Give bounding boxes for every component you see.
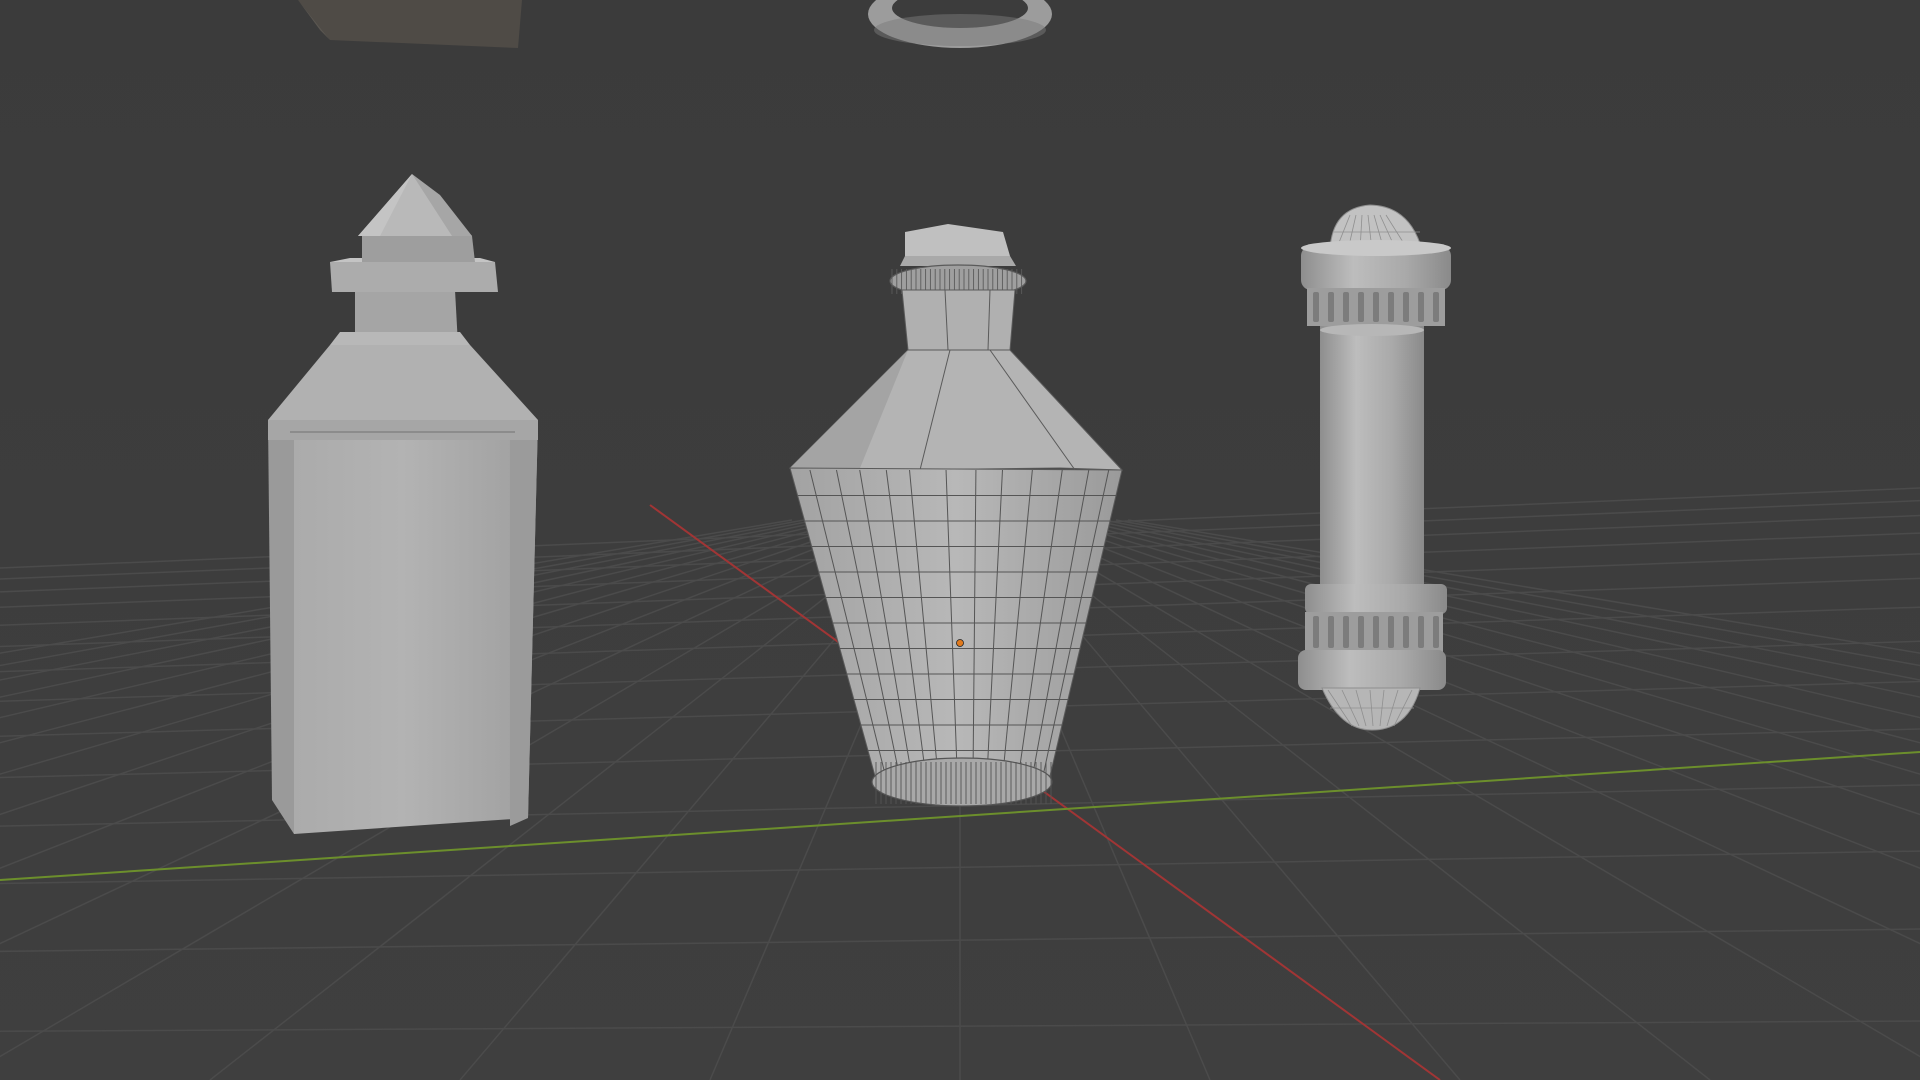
viewport-canvas[interactable] [0,0,1920,1080]
3d-viewport[interactable] [0,0,1920,1080]
origin-point [956,639,964,647]
